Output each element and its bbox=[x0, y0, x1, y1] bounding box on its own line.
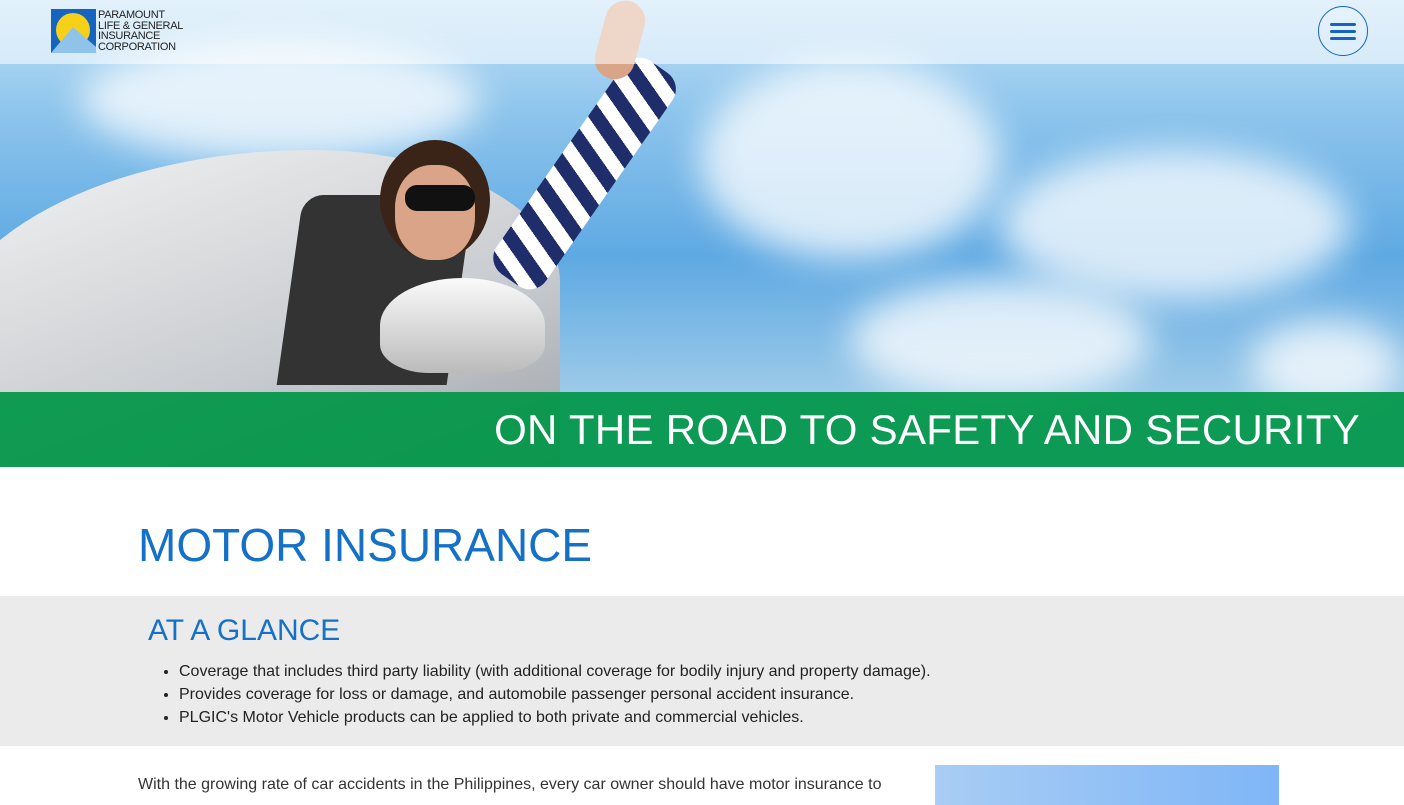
list-item: PLGIC's Motor Vehicle products can be ap… bbox=[179, 706, 931, 729]
hamburger-icon bbox=[1330, 22, 1356, 26]
list-item: Provides coverage for loss or damage, an… bbox=[179, 683, 931, 706]
section-heading: AT A GLANCE bbox=[148, 614, 341, 647]
logo-sun-mountain-icon bbox=[51, 9, 96, 53]
top-bar: PARAMOUNT LIFE & GENERAL INSURANCE CORPO… bbox=[0, 0, 1404, 64]
logo-line: CORPORATION bbox=[98, 40, 176, 53]
logo-line: PARAMOUNT bbox=[98, 9, 165, 21]
hero-tagline: ON THE ROAD TO SAFETY AND SECURITY bbox=[494, 406, 1360, 453]
logo-line: INSURANCE bbox=[98, 30, 161, 42]
street-image bbox=[935, 765, 1279, 805]
intro-paragraph: With the growing rate of car accidents i… bbox=[138, 776, 882, 793]
page-title: MOTOR INSURANCE bbox=[138, 519, 593, 571]
list-item: Coverage that includes third party liabi… bbox=[179, 660, 931, 683]
menu-button[interactable] bbox=[1318, 6, 1368, 56]
company-logo[interactable]: PARAMOUNT LIFE & GENERAL INSURANCE CORPO… bbox=[51, 9, 188, 53]
glance-list: Coverage that includes third party liabi… bbox=[179, 660, 931, 729]
hero-banner: ON THE ROAD TO SAFETY AND SECURITY bbox=[0, 392, 1404, 467]
hamburger-icon-bar bbox=[1330, 36, 1356, 40]
at-a-glance-section: AT A GLANCE Coverage that includes third… bbox=[0, 596, 1404, 746]
hamburger-icon-bar bbox=[1330, 29, 1356, 33]
